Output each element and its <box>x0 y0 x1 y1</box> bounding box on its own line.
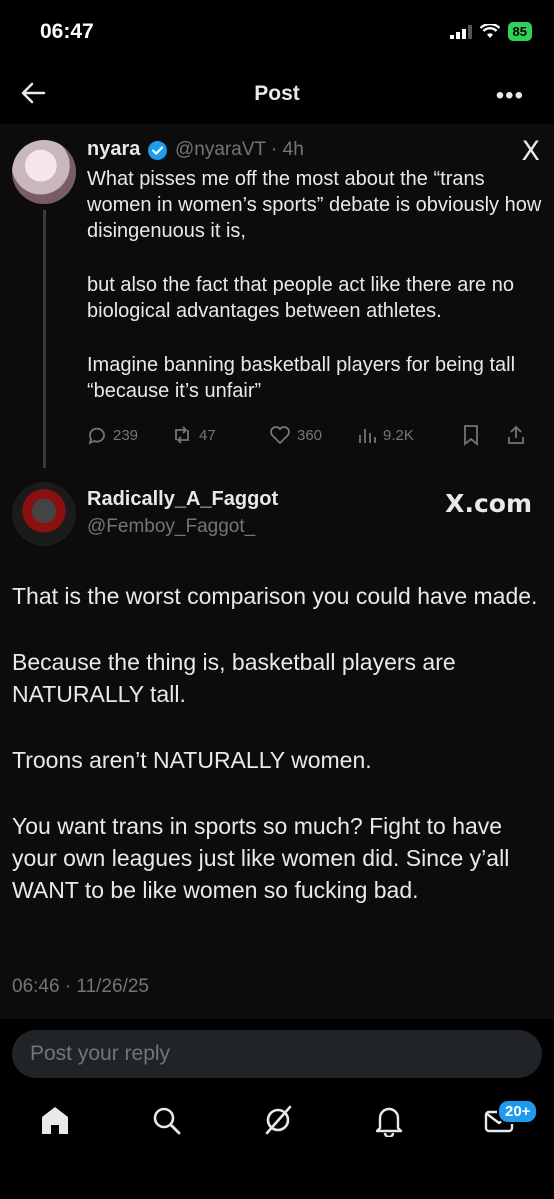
search-icon[interactable] <box>150 1103 182 1137</box>
grok-icon[interactable] <box>262 1103 294 1137</box>
tweet-paragraph: Imagine banning basketball players for b… <box>87 354 516 402</box>
heart-icon <box>270 426 290 445</box>
author-name[interactable]: Radically_A_Faggot <box>87 488 278 511</box>
status-icons: 85 <box>449 22 532 41</box>
post-paragraph: You want trans in sports so much? Fight … <box>12 813 510 903</box>
tweet-paragraph: What pisses me off the most about the “t… <box>87 168 542 242</box>
wifi-icon <box>479 24 500 38</box>
like-count: 360 <box>297 426 323 444</box>
status-time: 06:47 <box>40 20 94 43</box>
post-paragraph: Troons aren’t NATURALLY women. <box>12 747 372 773</box>
page-title: Post <box>254 82 300 105</box>
post-timestamp: 06:46 · 11/26/25 <box>12 976 149 997</box>
home-icon[interactable] <box>39 1103 71 1137</box>
post-paragraph: That is the worst comparison you could h… <box>12 583 538 609</box>
repost-icon <box>175 426 189 444</box>
views-count: 9.2K <box>383 426 414 444</box>
repost-count: 47 <box>199 426 216 444</box>
signal-icon <box>449 24 472 39</box>
views-icon <box>359 429 376 443</box>
bookmark-icon <box>464 425 478 446</box>
tweet-paragraph: but also the fact that people act like t… <box>87 274 514 322</box>
tweet-text: What pisses me off the most about the “t… <box>87 166 542 432</box>
bookmark-action[interactable] <box>462 424 506 446</box>
thread-line <box>43 210 46 468</box>
author-handle[interactable]: @nyaraVT · 4h <box>175 139 304 161</box>
author-handle[interactable]: @Femboy_Faggot_ <box>87 516 255 538</box>
reply-count: 239 <box>113 426 139 444</box>
share-icon <box>508 425 524 444</box>
views-action[interactable]: 9.2K <box>357 425 462 445</box>
avatar[interactable] <box>12 140 76 204</box>
post-text: That is the worst comparison you could h… <box>12 580 542 940</box>
x-logo-icon: X <box>521 136 541 167</box>
more-options-icon[interactable]: ••• <box>496 82 524 110</box>
repost-action[interactable]: 47 <box>171 425 269 445</box>
tweet-actions: 239 47 360 9.2K <box>87 424 542 446</box>
notifications-icon[interactable] <box>373 1103 405 1137</box>
x-com-logo: X.com <box>445 489 532 518</box>
avatar[interactable] <box>12 482 76 546</box>
verified-badge-icon <box>148 141 167 160</box>
share-action[interactable] <box>506 424 526 446</box>
battery-indicator: 85 <box>507 22 532 41</box>
reply-icon <box>88 427 105 445</box>
like-action[interactable]: 360 <box>269 425 357 445</box>
post-paragraph: Because the thing is, basketball players… <box>12 649 456 707</box>
reply-placeholder: Post your reply <box>30 1042 171 1065</box>
author-name[interactable]: nyara <box>87 138 140 161</box>
reply-action[interactable]: 239 <box>87 425 171 445</box>
messages-badge: 20+ <box>497 1099 539 1124</box>
